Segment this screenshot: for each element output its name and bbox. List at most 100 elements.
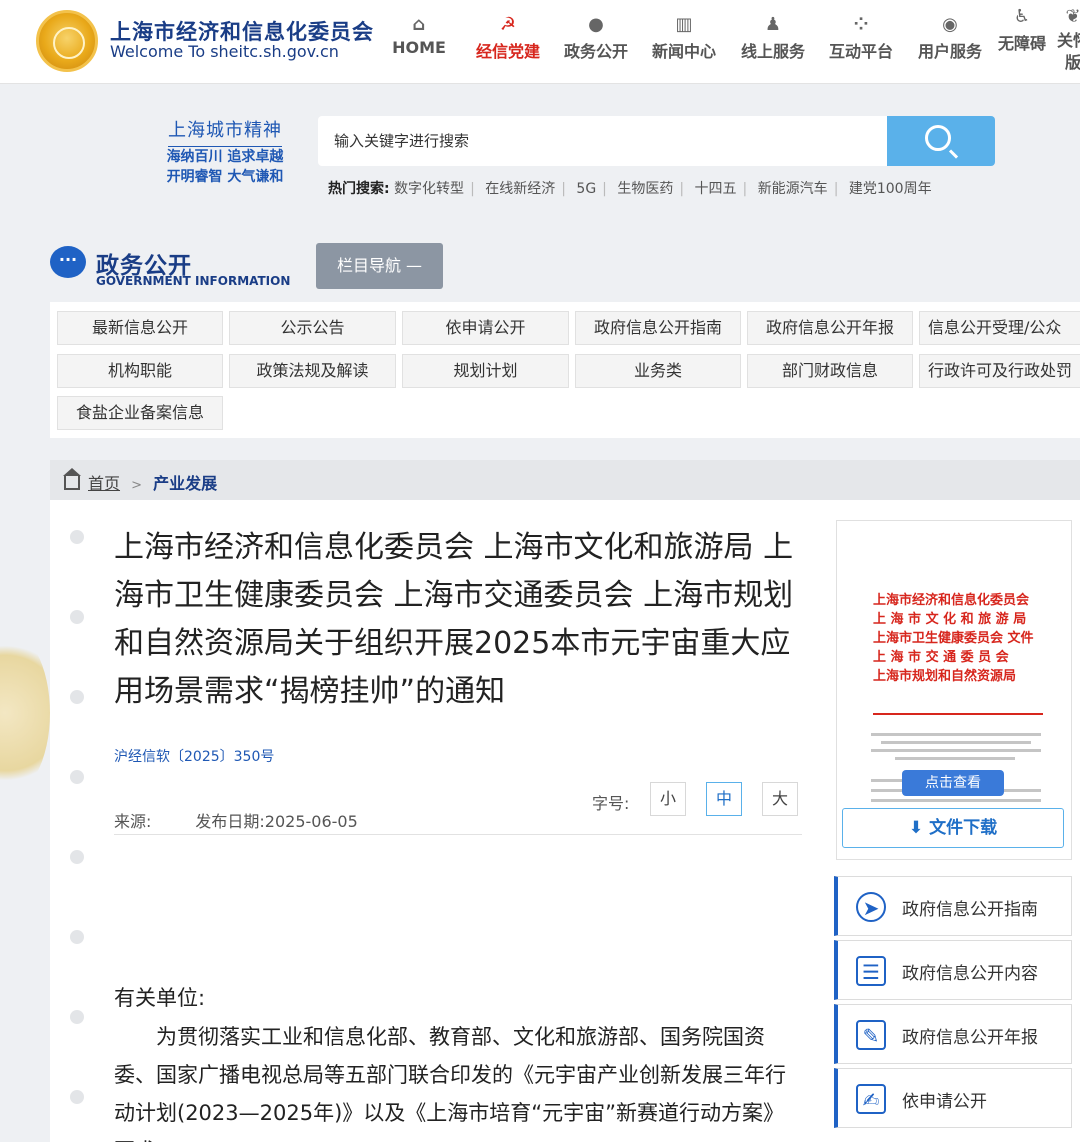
nav-online-service[interactable]: ♟ 线上服务 (737, 12, 809, 62)
user-icon: ◉ (942, 14, 958, 35)
issuer-line: 上海市规划和自然资源局 (873, 669, 1017, 684)
nav-party-building[interactable]: ☭ 经信党建 (472, 12, 544, 62)
category-salt-filing[interactable]: 食盐企业备案信息 (57, 396, 223, 430)
party-emblem-icon: ☭ (499, 14, 517, 35)
category-latest-disclosure[interactable]: 最新信息公开 (57, 311, 223, 345)
category-annual-report[interactable]: 政府信息公开年报 (747, 311, 913, 345)
category-public-acceptance[interactable]: 信息公开受理/公众 (919, 311, 1080, 345)
nav-label: 政务公开 (563, 42, 628, 61)
divider: | (679, 181, 685, 197)
side-nav-application-disclosure[interactable]: ✍ 依申请公开 (834, 1068, 1072, 1128)
red-rule (873, 713, 1043, 715)
source-label: 来源: (114, 812, 152, 831)
font-size-label: 字号: (592, 794, 630, 813)
nav-care-version[interactable]: ❦ 关怀版 (1056, 4, 1080, 74)
nav-label: 新闻中心 (651, 42, 716, 61)
hot-search-label: 热门搜索: (328, 181, 390, 197)
nav-label: 无障碍 (997, 34, 1046, 53)
hot-keyword[interactable]: 建党100周年 (849, 181, 932, 197)
text-line (871, 799, 1041, 802)
category-policies[interactable]: 政策法规及解读 (229, 354, 396, 388)
divider: | (470, 181, 475, 197)
meta-divider (114, 834, 802, 835)
nav-label: 经信党建 (475, 42, 540, 61)
category-announcements[interactable]: 公示公告 (229, 311, 396, 345)
download-icon: ⬇ (908, 818, 924, 838)
dot (70, 690, 84, 704)
category-licensing[interactable]: 行政许可及行政处罚 (919, 354, 1080, 388)
search-icon (925, 125, 951, 151)
breadcrumb-current[interactable]: 产业发展 (153, 474, 217, 493)
nav-gov-affairs[interactable]: ● 政务公开 (560, 12, 632, 62)
side-nav-label: 依申请公开 (902, 1092, 987, 1112)
nav-user-service[interactable]: ◉ 用户服务 (914, 12, 986, 62)
nav-home[interactable]: ⌂ HOME (390, 12, 448, 57)
side-nav-disclosure-guide[interactable]: ➤ 政府信息公开指南 (834, 876, 1072, 936)
hot-keyword[interactable]: 在线新经济 (485, 181, 555, 197)
divider: | (742, 181, 748, 197)
issuer-line: 上海市卫生健康委员会 文件 (873, 631, 1034, 646)
city-spirit-title: 上海城市精神 (168, 116, 282, 147)
list-icon: ☰ (856, 956, 886, 986)
site-emblem-icon[interactable] (36, 10, 98, 72)
hot-keyword[interactable]: 数字化转型 (394, 181, 464, 197)
nav-accessibility[interactable]: ♿ 无障碍 (994, 4, 1050, 54)
font-size-medium-button[interactable]: 中 (706, 782, 742, 816)
column-nav-button[interactable]: 栏目导航 — (316, 243, 443, 289)
city-spirit: 上海城市精神 海纳百川 追求卓越 开明睿智 大气谦和 (150, 116, 300, 187)
nav-label: 线上服务 (740, 42, 805, 61)
dot (70, 1090, 84, 1104)
site-header: 上海市经济和信息化委员会 Welcome To sheitc.sh.gov.cn… (0, 0, 1080, 84)
side-nav-annual-report[interactable]: ✎ 政府信息公开年报 (834, 1004, 1072, 1064)
site-title-en[interactable]: Welcome To sheitc.sh.gov.cn (110, 42, 339, 61)
issuer-line: 上 海 市 文 化 和 旅 游 局 (873, 612, 1027, 627)
care-icon: ❦ (1065, 6, 1080, 27)
font-size-small-button[interactable]: 小 (650, 782, 686, 816)
download-button[interactable]: ⬇ 文件下载 (842, 808, 1064, 848)
article-meta: 来源: 发布日期:2025-06-05 (114, 808, 358, 832)
side-nav-label: 政府信息公开年报 (902, 1028, 1038, 1048)
hot-keyword[interactable]: 5G (576, 181, 596, 197)
side-nav-disclosure-content[interactable]: ☰ 政府信息公开内容 (834, 940, 1072, 1000)
compass-icon: ➤ (856, 892, 886, 922)
side-nav-label: 政府信息公开内容 (902, 964, 1038, 984)
text-line (871, 733, 1041, 736)
dot (70, 610, 84, 624)
nav-news-center[interactable]: ▥ 新闻中心 (648, 12, 720, 62)
dot (70, 770, 84, 784)
home-icon: ⌂ (412, 14, 426, 35)
article-body: 为贯彻落实工业和信息化部、教育部、文化和旅游部、国务院国资委、国家广播电视总局等… (114, 1025, 786, 1142)
city-spirit-line2: 开明睿智 大气谦和 (166, 169, 284, 185)
search-button[interactable] (887, 116, 995, 166)
category-finance[interactable]: 部门财政信息 (747, 354, 913, 388)
breadcrumb-separator: > (131, 478, 143, 493)
hot-keyword[interactable]: 生物医药 (617, 181, 673, 197)
category-business[interactable]: 业务类 (575, 354, 741, 388)
issuer-line: 上 海 市 交 通 委 员 会 (873, 650, 1009, 665)
dot (70, 530, 84, 544)
nav-interaction[interactable]: ⁘ 互动平台 (825, 12, 897, 62)
section-subtitle: GOVERNMENT INFORMATION (96, 274, 291, 288)
nav-label: HOME (392, 38, 446, 57)
text-line (895, 757, 1015, 760)
hot-keyword[interactable]: 十四五 (695, 181, 737, 197)
breadcrumb-home-link[interactable]: 首页 (88, 474, 120, 493)
form-icon: ✍ (856, 1084, 886, 1114)
download-label: 文件下载 (929, 818, 998, 838)
issuer-line: 上海市经济和信息化委员会 (873, 593, 1030, 608)
search-input[interactable] (318, 116, 888, 166)
category-plans[interactable]: 规划计划 (402, 354, 569, 388)
hot-keyword[interactable]: 新能源汽车 (758, 181, 828, 197)
category-functions[interactable]: 机构职能 (57, 354, 223, 388)
chat-bubble-icon: ··· (50, 246, 86, 278)
text-line (871, 749, 1041, 752)
city-spirit-line1: 海纳百川 追求卓越 (166, 149, 284, 165)
divider: | (561, 181, 566, 197)
category-disclosure-guide[interactable]: 政府信息公开指南 (575, 311, 741, 345)
decorative-ring (0, 628, 50, 798)
font-size-large-button[interactable]: 大 (762, 782, 798, 816)
view-document-button[interactable]: 点击查看 (902, 770, 1004, 796)
category-application-disclosure[interactable]: 依申请公开 (402, 311, 569, 345)
books-icon: ▥ (675, 14, 693, 35)
nav-label: 互动平台 (828, 42, 893, 61)
